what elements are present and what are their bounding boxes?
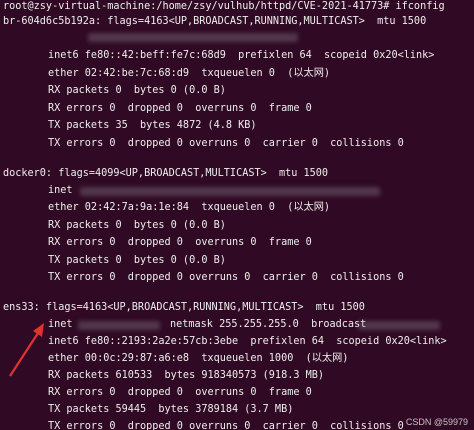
csdn-watermark: CSDN @59979: [405, 417, 468, 427]
red-arrow-annotation-icon: [9, 323, 44, 377]
terminal-window[interactable]: root@zsy-virtual-machine:/home/zsy/vulhu…: [0, 0, 474, 430]
